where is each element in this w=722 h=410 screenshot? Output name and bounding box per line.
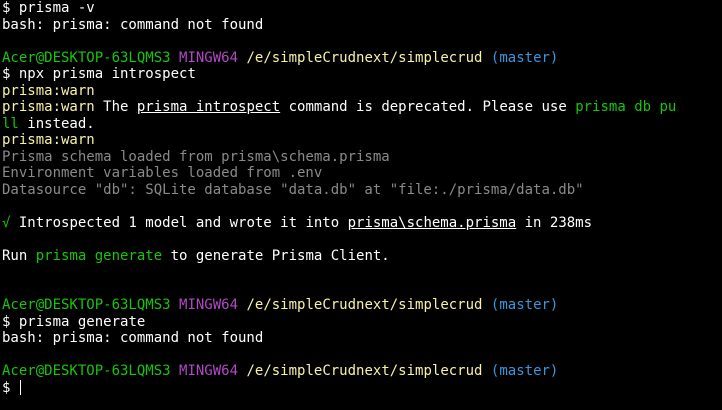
command-line-2: $ npx prisma introspect: [2, 66, 722, 83]
result-text: Introspected 1 model and wrote it into: [10, 214, 348, 231]
prompt-header: Acer@DESKTOP-63LQMS3 MINGW64 /e/simpleCr…: [2, 297, 722, 314]
prompt-symbol: $: [2, 379, 11, 396]
suggested-command-wrap: ll: [2, 115, 19, 132]
prompt-symbol: $: [2, 66, 11, 82]
prompt-symbol: $: [2, 313, 11, 330]
prompt-header: Acer@DESKTOP-63LQMS3 MINGW64 /e/simpleCr…: [2, 363, 722, 380]
command-text: npx prisma introspect: [18, 66, 196, 82]
hint-text: to generate Prisma Client.: [162, 247, 390, 264]
command-line-1: $ prisma -v: [2, 0, 722, 17]
hint-text: Run: [2, 247, 36, 264]
terminal-window[interactable]: $ prisma -v bash: prisma: command not fo…: [0, 0, 722, 410]
prompt-env: MINGW64: [179, 49, 239, 66]
generate-command: prisma generate: [35, 247, 163, 264]
command-text: prisma -v: [18, 0, 95, 16]
schema-loaded-line: Prisma schema loaded from prisma\schema.…: [2, 148, 390, 165]
prompt-path: /e/simpleCrudnext/simplecrud: [246, 363, 483, 379]
deprecation-warning-wrap: ll instead.: [2, 116, 722, 133]
deprecation-warning: prisma:warn The prisma introspect comman…: [2, 99, 722, 116]
warn-tag-line: prisma:warn: [2, 132, 95, 148]
command-line-3: $ prisma generate: [2, 314, 722, 331]
prompt-env: MINGW64: [179, 297, 239, 313]
prompt-branch: (master): [490, 363, 559, 379]
prompt-branch: (master): [490, 49, 559, 66]
prompt-header: Acer@DESKTOP-63LQMS3 MINGW64 /e/simpleCr…: [2, 50, 722, 67]
prompt-path: /e/simpleCrudnext/simplecrud: [246, 49, 483, 66]
introspect-result-line: √ Introspected 1 model and wrote it into…: [2, 215, 722, 232]
prompt-symbol: $: [2, 0, 11, 16]
env-loaded-line: Environment variables loaded from .env: [2, 165, 323, 181]
command-text: prisma generate: [18, 313, 146, 330]
datasource-line: Datasource "db": SQLite database "data.d…: [2, 181, 584, 198]
prompt-env: MINGW64: [179, 363, 239, 379]
input-line[interactable]: $: [2, 379, 722, 397]
warn-text: command is deprecated. Please use: [280, 99, 576, 115]
warn-tag: prisma:warn: [2, 99, 95, 115]
result-text: in 238ms: [516, 214, 593, 231]
run-generate-hint: Run prisma generate to generate Prisma C…: [2, 248, 722, 265]
warn-text: instead.: [18, 115, 95, 132]
prompt-user-host: Acer@DESKTOP-63LQMS3: [2, 49, 171, 66]
error-output: bash: prisma: command not found: [2, 330, 264, 346]
prompt-user-host: Acer@DESKTOP-63LQMS3: [2, 363, 171, 379]
suggested-command: prisma db pu: [575, 99, 677, 115]
warn-text: The: [103, 99, 137, 115]
schema-file-link: prisma\schema.prisma: [347, 214, 517, 231]
prompt-branch: (master): [490, 297, 559, 313]
prompt-path: /e/simpleCrudnext/simplecrud: [246, 297, 483, 313]
prompt-user-host: Acer@DESKTOP-63LQMS3: [2, 297, 171, 313]
text-cursor: [19, 379, 21, 395]
error-output: bash: prisma: command not found: [2, 16, 264, 33]
warn-tag-line: prisma:warn: [2, 82, 95, 99]
deprecated-command: prisma introspect: [136, 99, 281, 115]
